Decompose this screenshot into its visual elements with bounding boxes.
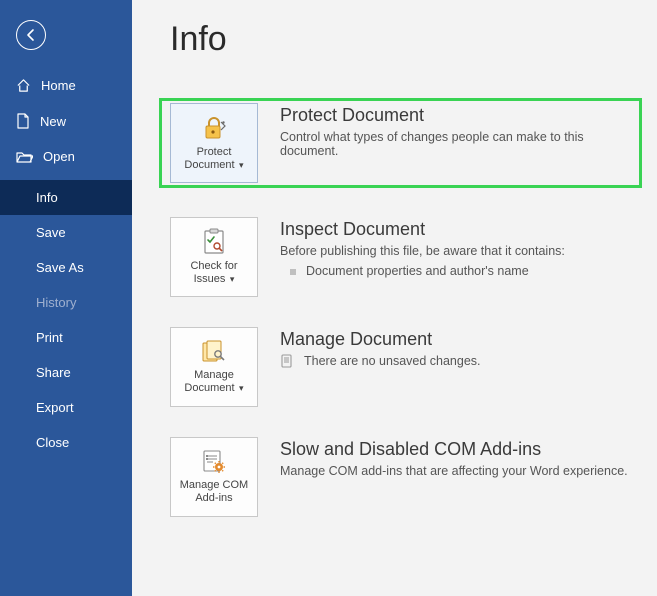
manage-com-addins-button[interactable]: Manage COM Add-ins — [170, 437, 258, 517]
manage-document-button[interactable]: Manage Document ▾ — [170, 327, 258, 407]
sidebar-item-label: Open — [43, 149, 75, 164]
new-file-icon — [16, 113, 30, 129]
list-item: Document properties and author's name — [280, 264, 631, 278]
section-body: Inspect Document Before publishing this … — [280, 217, 631, 278]
sidebar-item-label: Save — [36, 225, 66, 240]
chevron-down-icon: ▾ — [237, 383, 244, 393]
sidebar-item-label: Export — [36, 400, 74, 415]
bullet-icon — [290, 269, 296, 275]
check-for-issues-button[interactable]: Check for Issues ▾ — [170, 217, 258, 297]
chevron-down-icon: ▾ — [237, 160, 244, 170]
sidebar-item-save[interactable]: Save — [0, 215, 132, 250]
sidebar-item-label: Info — [36, 190, 58, 205]
backstage-sidebar: Home New Open Info Save Save As History … — [0, 0, 132, 596]
chevron-down-icon: ▾ — [227, 274, 234, 284]
protect-document-button[interactable]: Protect Document ▾ — [170, 103, 258, 183]
section-title: Inspect Document — [280, 219, 631, 240]
sidebar-item-label: New — [40, 114, 66, 129]
sidebar-item-share[interactable]: Share — [0, 355, 132, 390]
tile-label: Manage Document ▾ — [175, 369, 253, 394]
sidebar-item-info[interactable]: Info — [0, 180, 132, 215]
sidebar-item-open[interactable]: Open — [0, 139, 132, 174]
section-body: Manage Document There are no unsaved cha… — [280, 327, 631, 368]
manage-status-row: There are no unsaved changes. — [280, 354, 631, 368]
manage-status-text: There are no unsaved changes. — [304, 354, 481, 368]
sidebar-item-print[interactable]: Print — [0, 320, 132, 355]
section-title: Manage Document — [280, 329, 631, 350]
lock-icon — [200, 114, 228, 142]
document-small-icon — [280, 354, 294, 368]
tile-label: Protect Document ▾ — [175, 146, 253, 171]
sidebar-item-home[interactable]: Home — [0, 68, 132, 103]
inspect-icon — [201, 228, 227, 256]
sidebar-item-history: History — [0, 285, 132, 320]
sidebar-item-label: History — [36, 295, 76, 310]
section-desc: Before publishing this file, be aware th… — [280, 244, 631, 258]
section-body: Slow and Disabled COM Add-ins Manage COM… — [280, 437, 631, 478]
sidebar-item-export[interactable]: Export — [0, 390, 132, 425]
back-button[interactable] — [16, 20, 46, 50]
section-com-addins: Manage COM Add-ins Slow and Disabled COM… — [170, 437, 631, 517]
sidebar-item-label: Close — [36, 435, 69, 450]
sidebar-item-label: Print — [36, 330, 63, 345]
section-title: Protect Document — [280, 105, 631, 126]
back-arrow-icon — [24, 28, 38, 42]
bullet-text: Document properties and author's name — [306, 264, 529, 278]
manage-doc-icon — [200, 339, 228, 365]
section-title: Slow and Disabled COM Add-ins — [280, 439, 631, 460]
sidebar-sublist: Info Save Save As History Print Share Ex… — [0, 180, 132, 460]
sidebar-item-close[interactable]: Close — [0, 425, 132, 460]
home-icon — [16, 78, 31, 93]
app-root: Home New Open Info Save Save As History … — [0, 0, 657, 596]
tile-label: Manage COM Add-ins — [175, 479, 253, 504]
section-desc: Manage COM add-ins that are affecting yo… — [280, 464, 631, 478]
main-pane: Info Protect Document ▾ Protect Document… — [132, 0, 657, 596]
sidebar-item-new[interactable]: New — [0, 103, 132, 139]
section-inspect-document: Check for Issues ▾ Inspect Document Befo… — [170, 217, 631, 297]
tile-label: Check for Issues ▾ — [175, 260, 253, 285]
open-folder-icon — [16, 150, 33, 164]
section-protect-document: Protect Document ▾ Protect Document Cont… — [160, 99, 641, 187]
sidebar-item-label: Home — [41, 78, 76, 93]
section-body: Protect Document Control what types of c… — [280, 103, 631, 158]
section-manage-document: Manage Document ▾ Manage Document There … — [170, 327, 631, 407]
addins-icon — [201, 449, 227, 475]
sidebar-item-label: Save As — [36, 260, 84, 275]
page-title: Info — [170, 20, 631, 59]
inspect-bullets: Document properties and author's name — [280, 264, 631, 278]
section-desc: Control what types of changes people can… — [280, 130, 631, 158]
sidebar-item-label: Share — [36, 365, 71, 380]
sidebar-item-save-as[interactable]: Save As — [0, 250, 132, 285]
